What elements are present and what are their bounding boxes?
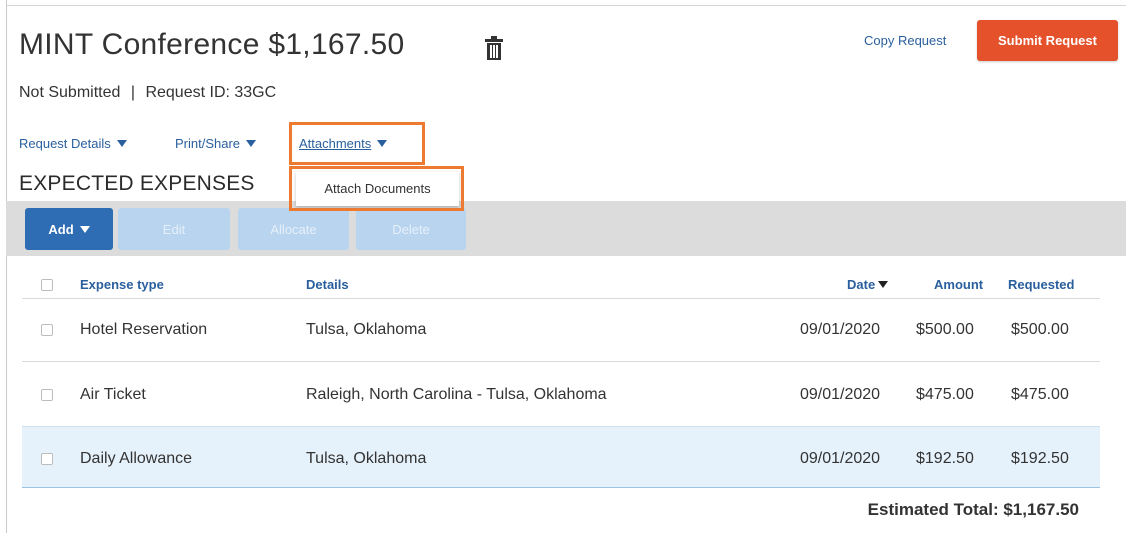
estimated-total: Estimated Total: $1,167.50 xyxy=(867,500,1079,519)
print-share-menu[interactable]: Print/Share xyxy=(175,136,257,151)
panel-top-border xyxy=(6,5,1126,6)
requested-cell: $500.00 xyxy=(1011,321,1069,338)
column-header-details[interactable]: Details xyxy=(306,277,349,292)
page-title: MINT Conference $1,167.50 xyxy=(19,28,405,61)
caret-down-icon xyxy=(116,140,127,147)
column-header-date[interactable]: Date xyxy=(847,277,889,292)
amount-cell: $192.50 xyxy=(916,450,974,467)
date-header-label: Date xyxy=(847,277,876,292)
trash-icon[interactable] xyxy=(484,36,504,60)
header-divider xyxy=(22,298,1100,299)
separator: | xyxy=(130,84,135,101)
panel-left-border xyxy=(6,0,7,533)
details-cell: Raleigh, North Carolina - Tulsa, Oklahom… xyxy=(306,386,607,403)
request-id: Request ID: 33GC xyxy=(145,84,277,101)
row-checkbox[interactable] xyxy=(41,453,53,465)
copy-request-link[interactable]: Copy Request xyxy=(864,33,946,48)
print-share-label: Print/Share xyxy=(175,136,241,151)
submit-request-button[interactable]: Submit Request xyxy=(977,20,1118,61)
add-label: Add xyxy=(48,221,74,237)
caret-down-icon xyxy=(246,140,257,147)
status-text: Not Submitted xyxy=(19,84,121,101)
delete-button[interactable]: Delete xyxy=(356,208,466,250)
details-cell: Tulsa, Oklahoma xyxy=(306,450,427,467)
sort-caret-icon xyxy=(878,281,889,288)
row-checkbox[interactable] xyxy=(41,324,53,336)
allocate-button[interactable]: Allocate xyxy=(238,208,349,250)
expense-type-cell: Air Ticket xyxy=(80,386,146,403)
expense-type-cell: Hotel Reservation xyxy=(80,321,208,338)
request-details-menu[interactable]: Request Details xyxy=(19,136,127,151)
section-title: EXPECTED EXPENSES xyxy=(19,172,255,195)
edit-button[interactable]: Edit xyxy=(118,208,230,250)
attachments-highlight xyxy=(289,122,425,165)
select-all-checkbox[interactable] xyxy=(41,279,53,291)
expense-type-cell: Daily Allowance xyxy=(80,450,193,467)
date-cell: 09/01/2020 xyxy=(800,450,881,467)
column-header-amount[interactable]: Amount xyxy=(934,277,983,292)
request-status-line: Not Submitted | Request ID: 33GC xyxy=(19,84,276,102)
amount-cell: $500.00 xyxy=(916,321,974,338)
attach-documents-highlight xyxy=(289,166,464,211)
row-divider xyxy=(22,361,1100,362)
requested-cell: $192.50 xyxy=(1011,450,1069,467)
column-header-requested[interactable]: Requested xyxy=(1008,277,1074,292)
requested-cell: $475.00 xyxy=(1011,386,1069,403)
amount-cell: $475.00 xyxy=(916,386,974,403)
date-cell: 09/01/2020 xyxy=(800,321,881,338)
request-details-label: Request Details xyxy=(19,136,111,151)
caret-down-icon xyxy=(79,225,90,233)
details-cell: Tulsa, Oklahoma xyxy=(306,321,427,338)
column-header-expense-type[interactable]: Expense type xyxy=(80,277,164,292)
row-checkbox[interactable] xyxy=(41,389,53,401)
date-cell: 09/01/2020 xyxy=(800,386,881,403)
add-button[interactable]: Add xyxy=(25,208,113,250)
